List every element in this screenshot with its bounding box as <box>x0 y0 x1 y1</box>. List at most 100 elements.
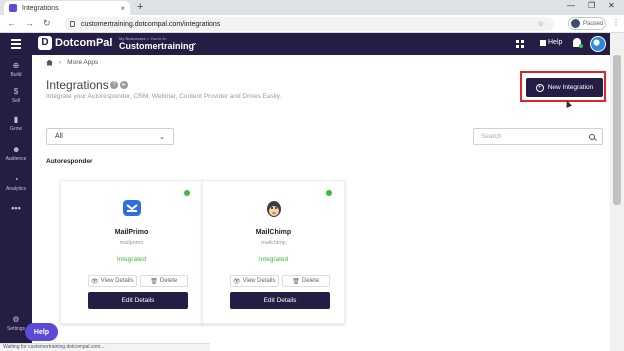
profile-state: Paused <box>583 20 604 27</box>
video-icon[interactable]: ▸ <box>120 81 128 89</box>
plus-circle-icon: ⊕ <box>12 61 20 70</box>
eye-icon: 👁 <box>90 278 99 285</box>
sidebar-item-label: Analytics <box>5 186 26 192</box>
sidebar-item-label: Settings <box>6 326 26 332</box>
new-integration-button[interactable]: + New Integration <box>526 78 603 97</box>
filter-select[interactable]: All ⌄ <box>46 128 174 145</box>
card-name: MailChimp <box>255 229 292 236</box>
sidebar-item-analytics[interactable]: ◔ Analytics <box>0 175 32 193</box>
forward-icon[interactable]: → <box>25 18 34 28</box>
integration-card-mailchimp: MailChimp mailchimp Integrated 👁 View De… <box>202 180 345 324</box>
view-details-label: View Details <box>100 278 134 284</box>
user-avatar[interactable] <box>590 36 606 52</box>
back-icon[interactable]: ← <box>7 18 16 28</box>
mailprimo-logo-icon <box>123 200 141 216</box>
card-name: MailPrimo <box>114 229 149 236</box>
plus-icon: + <box>535 83 544 92</box>
address-bar[interactable]: customertraining.dotcompal.com/integrati… <box>64 17 554 31</box>
business-switcher[interactable]: My Businesses > You're in Customertraini… <box>119 36 194 51</box>
more-icon[interactable]: ••• <box>0 203 32 213</box>
breadcrumb-separator-icon: › <box>59 59 62 66</box>
app-root: Integrations × + — ❐ ✕ ← → ↻ customertra… <box>0 0 624 351</box>
eye-icon: 👁 <box>232 278 241 285</box>
browser-tab[interactable]: Integrations × <box>4 1 130 15</box>
search-icon[interactable] <box>589 133 595 140</box>
edit-details-button[interactable]: Edit Details <box>230 292 330 309</box>
logo[interactable]: D DotcomPal <box>38 36 112 50</box>
pie-icon: ◔ <box>13 175 19 184</box>
help-chat-label: Help <box>33 328 50 336</box>
view-details-button[interactable]: 👁 View Details <box>88 275 137 287</box>
status-badge: Integrated <box>116 256 147 263</box>
new-tab-icon[interactable]: + <box>137 1 143 14</box>
card-id: mailchimp <box>261 240 286 246</box>
business-name: Customertraining <box>119 41 195 51</box>
delete-label: Delete <box>159 278 178 284</box>
notification-dot <box>579 44 583 48</box>
breadcrumb: › More Apps <box>46 59 98 66</box>
maximize-icon[interactable]: ❐ <box>588 1 595 10</box>
sidebar-item-label: Audience <box>5 156 27 162</box>
dollar-icon: $ <box>13 87 19 96</box>
home-icon[interactable] <box>46 59 53 66</box>
integration-card-mailprimo: MailPrimo mailprimo Integrated 👁 View De… <box>60 180 203 324</box>
sidebar-item-grow[interactable]: ▮ Grow <box>0 116 32 133</box>
profile-button[interactable]: Paused <box>568 17 606 30</box>
page-title: Integrations <box>46 78 109 92</box>
breadcrumb-more-apps[interactable]: More Apps <box>67 59 98 66</box>
browser-tabstrip: Integrations × + — ❐ ✕ <box>0 0 624 15</box>
page-scrollbar[interactable] <box>610 33 624 351</box>
app-header: D DotcomPal My Businesses > You're in Cu… <box>0 33 610 55</box>
sidebar-item-build[interactable]: ⊕ Build <box>0 61 32 79</box>
close-icon[interactable]: × <box>120 4 130 13</box>
sidebar-item-sell[interactable]: $ Sell <box>0 87 32 105</box>
gear-icon: ⚙ <box>12 315 20 324</box>
status-dot <box>184 190 190 196</box>
filter-value: All <box>55 133 63 140</box>
bookmark-star-icon[interactable]: ☆ <box>538 20 544 28</box>
help-circle-icon[interactable]: ? <box>110 81 118 89</box>
chevron-down-icon[interactable]: ⌄ <box>191 38 198 47</box>
page-subtitle: Integrate your Autoresponder, CRM, Webin… <box>46 93 282 100</box>
dotcompal-favicon-icon <box>9 4 17 12</box>
browser-toolbar: ← → ↻ customertraining.dotcompal.com/int… <box>0 15 624 33</box>
url-text: customertraining.dotcompal.com/integrati… <box>81 20 221 28</box>
edit-details-button[interactable]: Edit Details <box>88 292 188 309</box>
help-icon <box>540 39 546 46</box>
hamburger-menu-icon[interactable] <box>11 39 21 51</box>
reload-icon[interactable]: ↻ <box>43 18 51 29</box>
chevron-down-icon: ⌄ <box>159 133 165 141</box>
main-content: › More Apps Integrations ? ▸ Integrate y… <box>32 55 610 351</box>
trash-icon: 🗑 <box>292 278 300 285</box>
logo-text: DotcomPal <box>55 37 113 49</box>
help-chat-button[interactable]: Help <box>25 323 58 341</box>
sidebar-item-label: Build <box>10 72 22 78</box>
header-help-label: Help <box>548 39 563 46</box>
mailchimp-logo-icon <box>267 201 281 217</box>
trash-icon: 🗑 <box>150 278 158 285</box>
sidebar-item-audience[interactable]: ☻ Audience <box>0 145 32 163</box>
search-placeholder: Search <box>481 133 502 140</box>
delete-button[interactable]: 🗑 Delete <box>281 275 330 287</box>
status-badge: Integrated <box>258 256 289 263</box>
people-icon: ☻ <box>12 145 21 154</box>
browser-menu-icon[interactable]: ⋮ <box>612 18 620 27</box>
tab-title: Integrations <box>22 4 59 12</box>
card-actions: 👁 View Details 🗑 Delete <box>88 275 188 287</box>
minimize-icon[interactable]: — <box>567 1 575 10</box>
window-close-icon[interactable]: ✕ <box>608 1 615 10</box>
lock-icon <box>70 21 75 27</box>
delete-button[interactable]: 🗑 Delete <box>139 275 188 287</box>
edit-details-label: Edit Details <box>121 297 155 304</box>
status-dot <box>326 190 332 196</box>
view-details-label: View Details <box>242 278 276 284</box>
apps-grid-icon[interactable] <box>516 40 524 48</box>
logo-mark-icon: D <box>38 36 52 50</box>
search-input[interactable]: Search <box>473 128 603 145</box>
header-help-button[interactable]: Help <box>540 39 562 46</box>
delete-label: Delete <box>301 278 320 284</box>
scroll-thumb[interactable] <box>613 55 621 205</box>
title-icons: ? ▸ <box>110 81 130 89</box>
view-details-button[interactable]: 👁 View Details <box>230 275 279 287</box>
sidebar: ⊕ Build $ Sell ▮ Grow ☻ Audience ◔ Analy… <box>0 55 32 351</box>
